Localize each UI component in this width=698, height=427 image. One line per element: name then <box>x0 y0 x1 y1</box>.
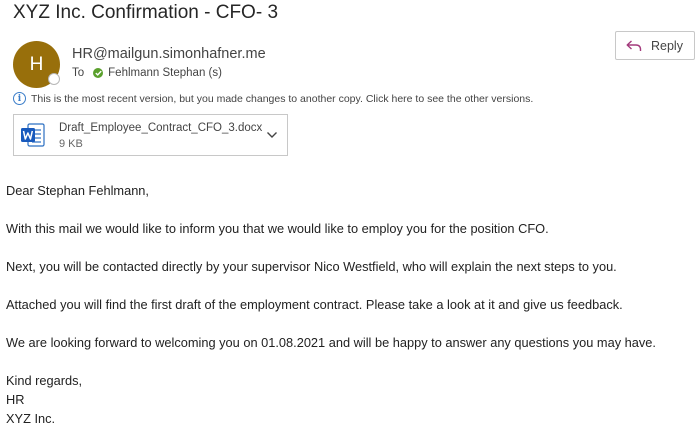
reply-arrow-icon <box>626 39 642 51</box>
word-icon <box>21 123 45 147</box>
signature-line: HR <box>6 392 25 407</box>
version-info-text: This is the most recent version, but you… <box>31 92 534 105</box>
presence-status-icon <box>48 73 60 85</box>
attachment-file-size: 9 KB <box>59 138 83 150</box>
to-label: To <box>72 67 85 79</box>
body-paragraph: With this mail we would like to inform y… <box>6 221 549 236</box>
body-paragraph: Next, you will be contacted directly by … <box>6 259 617 274</box>
reply-label: Reply <box>651 38 683 53</box>
reply-button[interactable]: Reply <box>615 31 695 60</box>
recipient-available-icon <box>93 68 104 78</box>
recipient-name[interactable]: Fehlmann Stephan (s) <box>108 67 222 79</box>
email-body: Dear Stephan Fehlmann, With this mail we… <box>6 181 656 427</box>
attachment-file-name: Draft_Employee_Contract_CFO_3.docx <box>59 122 263 134</box>
email-reading-pane: XYZ Inc. Confirmation - CFO- 3 H HR@mail… <box>0 0 698 427</box>
info-icon: i <box>13 92 26 105</box>
body-greeting: Dear Stephan Fehlmann, <box>6 183 149 198</box>
chevron-down-icon[interactable] <box>266 130 278 140</box>
attachment-card[interactable]: Draft_Employee_Contract_CFO_3.docx 9 KB <box>13 114 288 156</box>
body-paragraph: Attached you will find the first draft o… <box>6 297 623 312</box>
recipient-row: To Fehlmann Stephan (s) <box>72 67 222 79</box>
body-paragraph: We are looking forward to welcoming you … <box>6 335 656 350</box>
avatar-initial: H <box>29 53 44 75</box>
signature-line: XYZ Inc. <box>6 411 56 426</box>
signature-line: Kind regards, <box>6 373 83 388</box>
version-info-bar[interactable]: i This is the most recent version, but y… <box>13 92 533 105</box>
sender-address[interactable]: HR@mailgun.simonhafner.me <box>72 46 266 62</box>
email-subject: XYZ Inc. Confirmation - CFO- 3 <box>13 2 279 23</box>
